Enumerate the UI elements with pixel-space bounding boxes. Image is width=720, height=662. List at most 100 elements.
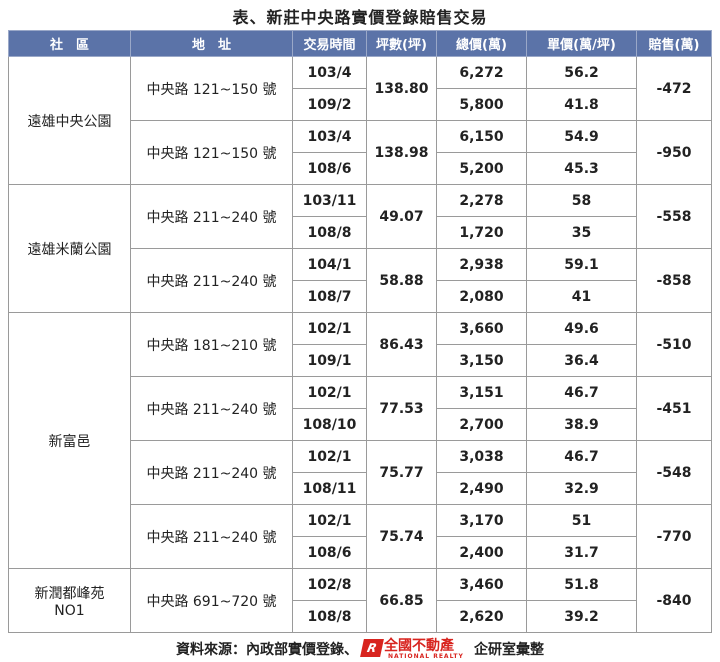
trade-date-cell: 104/1	[292, 248, 367, 281]
logo-mark: R	[360, 639, 384, 657]
unit-price-cell: 51	[526, 504, 637, 537]
area-cell: 75.74	[366, 504, 437, 569]
loss-cell: -840	[636, 568, 712, 633]
table-row: 遠雄米蘭公園 中央路 211~240 號 103/11 49.07 2,278 58 -55…	[8, 184, 712, 313]
table-row: 遠雄中央公園 中央路 121~150 號 103/4 138.80 6,272 56.2-…	[8, 56, 712, 185]
address-cell: 中央路 121~150 號	[130, 56, 293, 121]
logo-sub: NATIONAL REALTY	[388, 653, 464, 660]
total-price-cell: 2,400	[436, 536, 527, 569]
trade-date-cell: 108/8	[292, 600, 367, 633]
unit-price-cell: 38.9	[526, 408, 637, 441]
header-row: 社 區 地 址 交易時間 坪數(坪) 總價(萬) 單價(萬/坪) 賠售(萬)	[8, 30, 712, 57]
total-price-cell: 6,272	[436, 56, 527, 89]
unit-price-cell: 36.4	[526, 344, 637, 377]
area-cell: 75.77	[366, 440, 437, 505]
unit-price-cell: 51.8	[526, 568, 637, 601]
area-cell: 58.88	[366, 248, 437, 313]
total-price-cell: 3,038	[436, 440, 527, 473]
unit-price-cell: 35	[526, 216, 637, 249]
source-suffix: 企研室彙整	[474, 642, 544, 658]
total-price-cell: 2,080	[436, 280, 527, 313]
total-price-cell: 3,660	[436, 312, 527, 345]
header-area: 坪數(坪)	[366, 30, 437, 57]
trade-date-cell: 102/1	[292, 504, 367, 537]
header-community: 社 區	[8, 30, 131, 57]
unit-price-cell: 49.6	[526, 312, 637, 345]
trade-date-cell: 109/1	[292, 344, 367, 377]
loss-cell: -558	[636, 184, 712, 249]
loss-cell: -510	[636, 312, 712, 377]
total-price-cell: 3,151	[436, 376, 527, 409]
table-row: 新富邑 中央路 181~210 號 102/1 86.43 3,660 49.6 -510	[8, 312, 712, 569]
area-cell: 138.98	[366, 120, 437, 185]
address-cell: 中央路 211~240 號	[130, 504, 293, 569]
community-name: 遠雄米蘭公園	[8, 184, 131, 313]
address-cell: 中央路 121~150 號	[130, 120, 293, 185]
total-price-cell: 3,460	[436, 568, 527, 601]
unit-price-cell: 59.1	[526, 248, 637, 281]
trade-date-cell: 102/1	[292, 440, 367, 473]
area-cell: 77.53	[366, 376, 437, 441]
unit-price-cell: 41	[526, 280, 637, 313]
loss-cell: -770	[636, 504, 712, 569]
total-price-cell: 3,170	[436, 504, 527, 537]
address-cell: 中央路 211~240 號	[130, 184, 293, 249]
address-cell: 中央路 211~240 號	[130, 248, 293, 313]
total-price-cell: 2,938	[436, 248, 527, 281]
logo-brand: 全國不動產	[384, 638, 454, 654]
unit-price-cell: 31.7	[526, 536, 637, 569]
national-realty-logo: R 全國不動產 NATIONAL REALTY	[360, 638, 470, 660]
total-price-cell: 2,700	[436, 408, 527, 441]
community-name: 新富邑	[8, 312, 131, 569]
loss-cell: -950	[636, 120, 712, 185]
table-row: 新潤都峰苑 NO1 中央路 691~720 號 102/8 66.85 3,460 51.…	[8, 568, 712, 633]
loss-cell: -451	[636, 376, 712, 441]
community-name: 遠雄中央公園	[8, 56, 131, 185]
total-price-cell: 2,490	[436, 472, 527, 505]
trade-date-cell: 108/10	[292, 408, 367, 441]
loss-cell: -858	[636, 248, 712, 313]
trade-date-cell: 108/11	[292, 472, 367, 505]
address-cell: 中央路 691~720 號	[130, 568, 293, 633]
unit-price-cell: 39.2	[526, 600, 637, 633]
unit-price-cell: 58	[526, 184, 637, 217]
total-price-cell: 5,200	[436, 152, 527, 185]
header-unit: 單價(萬/坪)	[526, 30, 637, 57]
unit-price-cell: 46.7	[526, 440, 637, 473]
header-total: 總價(萬)	[436, 30, 527, 57]
address-cell: 中央路 211~240 號	[130, 440, 293, 505]
address-cell: 中央路 211~240 號	[130, 376, 293, 441]
area-cell: 66.85	[366, 568, 437, 633]
community-name: 新潤都峰苑 NO1	[8, 568, 131, 633]
header-loss: 賠售(萬)	[636, 30, 712, 57]
trade-date-cell: 103/11	[292, 184, 367, 217]
table-title: 表、新莊中央路實價登錄賠售交易	[232, 8, 488, 27]
total-price-cell: 5,800	[436, 88, 527, 121]
header-date: 交易時間	[292, 30, 367, 57]
trade-date-cell: 103/4	[292, 120, 367, 153]
trade-date-cell: 108/6	[292, 536, 367, 569]
loss-cell: -472	[636, 56, 712, 121]
total-price-cell: 2,278	[436, 184, 527, 217]
total-price-cell: 3,150	[436, 344, 527, 377]
area-cell: 49.07	[366, 184, 437, 249]
total-price-cell: 6,150	[436, 120, 527, 153]
trade-date-cell: 103/4	[292, 56, 367, 89]
total-price-cell: 1,720	[436, 216, 527, 249]
unit-price-cell: 41.8	[526, 88, 637, 121]
unit-price-cell: 56.2	[526, 56, 637, 89]
unit-price-cell: 46.7	[526, 376, 637, 409]
loss-cell: -548	[636, 440, 712, 505]
trade-date-cell: 108/6	[292, 152, 367, 185]
total-price-cell: 2,620	[436, 600, 527, 633]
unit-price-cell: 45.3	[526, 152, 637, 185]
trade-date-cell: 102/1	[292, 376, 367, 409]
source-note: 資料來源：內政部實價登錄、 R 全國不動產 NATIONAL REALTY 企研室彙整	[0, 638, 720, 660]
trade-date-cell: 108/7	[292, 280, 367, 313]
unit-price-cell: 32.9	[526, 472, 637, 505]
address-cell: 中央路 181~210 號	[130, 312, 293, 377]
source-prefix: 資料來源：內政部實價登錄、	[176, 642, 358, 658]
transactions-table: 社 區 地 址 交易時間 坪數(坪) 總價(萬) 單價(萬/坪) 賠售(萬) 遠…	[8, 30, 712, 633]
trade-date-cell: 109/2	[292, 88, 367, 121]
area-cell: 138.80	[366, 56, 437, 121]
